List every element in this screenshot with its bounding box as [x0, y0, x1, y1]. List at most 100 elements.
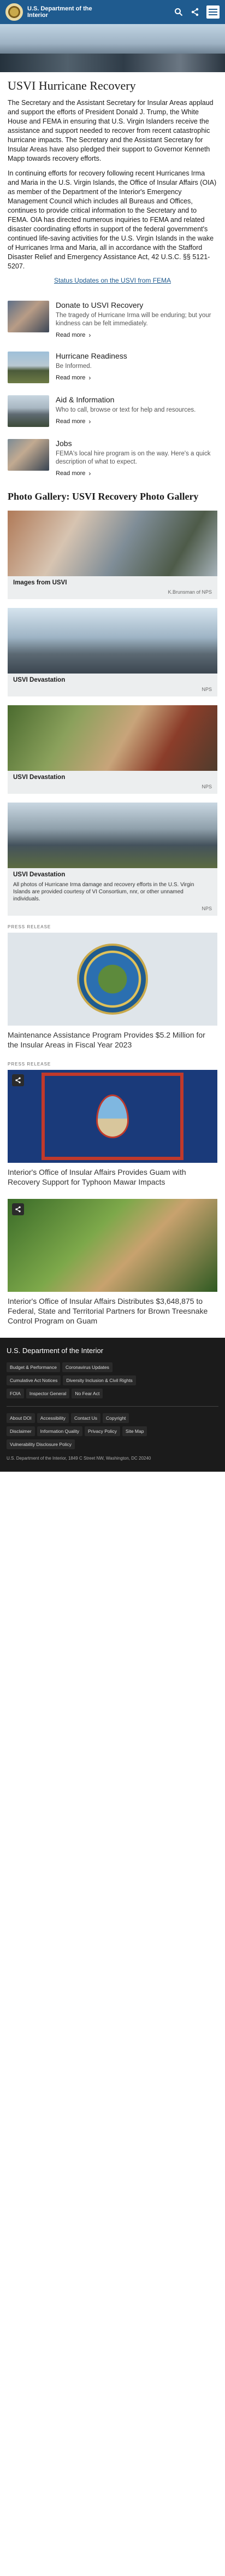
insular-affairs-seal — [77, 944, 148, 1015]
gallery-caption: Images from USVI — [13, 579, 67, 586]
press-release-item[interactable]: Press Release Maintenance Assistance Pro… — [8, 924, 217, 1050]
gallery-caption: USVI Devastation — [13, 774, 66, 781]
site-footer: U.S. Department of the Interior Budget &… — [0, 1338, 225, 1472]
card-image — [8, 301, 49, 332]
card-donate[interactable]: Donate to USVI Recovery The tragedy of H… — [8, 301, 217, 339]
photo-credit: K.Brunsman of NPS — [168, 589, 212, 595]
press-release-item[interactable]: Interior's Office of Insular Affairs Dis… — [8, 1199, 217, 1326]
card-title[interactable]: Donate to USVI Recovery — [56, 301, 217, 310]
read-more-link[interactable]: Read more › — [56, 470, 91, 477]
read-more-label: Read more — [56, 418, 86, 425]
footer-link[interactable]: No Fear Act — [72, 1389, 103, 1398]
footer-link-row: Cumulative Act Notices Diversity Inclusi… — [7, 1375, 218, 1385]
footer-link[interactable]: Diversity Inclusion & Civil Rights — [63, 1375, 136, 1385]
footer-link-row: Budget & Performance Coronavirus Updates — [7, 1362, 218, 1372]
card-jobs[interactable]: Jobs FEMA's local hire program is on the… — [8, 439, 217, 478]
gallery-photo[interactable] — [8, 705, 217, 771]
footer-link-row: About DOI Accessibility Contact Us Copyr… — [7, 1413, 218, 1423]
header-actions — [174, 5, 220, 19]
gallery-item[interactable]: USVI Devastation All photos of Hurricane… — [8, 803, 217, 916]
footer-link[interactable]: Coronavirus Updates — [62, 1362, 112, 1372]
gallery-photo[interactable] — [8, 511, 217, 576]
footer-link[interactable]: Contact Us — [70, 1413, 101, 1423]
gallery-photo[interactable] — [8, 608, 217, 674]
read-more-link[interactable]: Read more › — [56, 374, 91, 382]
page-title: USVI Hurricane Recovery — [8, 79, 136, 92]
gallery-caption: USVI Devastation — [13, 871, 66, 878]
footer-link[interactable]: Copyright — [103, 1413, 129, 1423]
search-icon[interactable] — [174, 7, 183, 17]
guam-emblem — [96, 1094, 129, 1138]
footer-link[interactable]: Vulnerability Disclosure Policy — [7, 1439, 75, 1449]
press-release-image[interactable] — [8, 1199, 217, 1292]
gallery-description: All photos of Hurricane Irma damage and … — [13, 882, 194, 902]
footer-bottom: About DOI Accessibility Contact Us Copyr… — [7, 1406, 218, 1461]
brand-line-1: U.S. Department of the — [27, 5, 92, 12]
card-image — [8, 395, 49, 427]
share-icon[interactable] — [12, 1074, 24, 1086]
fema-status-link[interactable]: Status Updates on the USVI from FEMA — [8, 277, 217, 284]
card-title[interactable]: Aid & Information — [56, 395, 196, 405]
press-releases: Press Release Maintenance Assistance Pro… — [0, 924, 225, 1326]
card-title[interactable]: Hurricane Readiness — [56, 352, 127, 361]
read-more-link[interactable]: Read more › — [56, 331, 91, 339]
gallery-caption: USVI Devastation — [13, 677, 66, 683]
footer-link[interactable]: About DOI — [7, 1413, 35, 1423]
doi-seal-logo[interactable] — [5, 3, 23, 21]
footer-link[interactable]: Information Quality — [37, 1426, 83, 1436]
footer-link-row: FOIA Inspector General No Fear Act — [7, 1389, 218, 1398]
share-icon[interactable] — [12, 1203, 24, 1215]
gallery-item[interactable]: USVI Devastation NPS — [8, 608, 217, 696]
gallery-photo[interactable] — [8, 803, 217, 868]
press-release-item[interactable]: Press Release Interior's Office of Insul… — [8, 1062, 217, 1187]
card-image — [8, 352, 49, 383]
share-icon[interactable] — [190, 7, 200, 17]
site-header: U.S. Department of the Interior — [0, 0, 225, 24]
site-brand[interactable]: U.S. Department of the Interior — [27, 5, 109, 19]
footer-link[interactable]: Cumulative Act Notices — [7, 1375, 61, 1385]
read-more-label: Read more — [56, 374, 86, 381]
guam-flag-image — [42, 1073, 183, 1160]
press-release-title[interactable]: Maintenance Assistance Program Provides … — [8, 1030, 217, 1050]
gallery-item[interactable]: USVI Devastation NPS — [8, 705, 217, 794]
card-description: Be Informed. — [56, 363, 92, 370]
chevron-right-icon: › — [88, 418, 91, 425]
footer-address: U.S. Department of the Interior, 1849 C … — [7, 1456, 151, 1461]
press-release-title[interactable]: Interior's Office of Insular Affairs Dis… — [8, 1296, 217, 1326]
chevron-right-icon: › — [88, 331, 91, 339]
hamburger-menu-icon[interactable] — [206, 5, 220, 19]
hero-banner-image — [0, 24, 225, 72]
chevron-right-icon: › — [88, 470, 91, 477]
card-hurricane-readiness[interactable]: Hurricane Readiness Be Informed. Read mo… — [8, 352, 217, 383]
footer-link-row: Disclaimer Information Quality Privacy P… — [7, 1426, 218, 1436]
footer-link[interactable]: FOIA — [7, 1389, 24, 1398]
footer-link[interactable]: Budget & Performance — [7, 1362, 60, 1372]
footer-link[interactable]: Site Map — [122, 1426, 147, 1436]
footer-link-row: Vulnerability Disclosure Policy — [7, 1439, 218, 1449]
card-description: The tragedy of Hurricane Irma will be en… — [56, 312, 211, 327]
card-description: FEMA's local hire program is on the way.… — [56, 450, 211, 465]
press-release-title[interactable]: Interior's Office of Insular Affairs Pro… — [8, 1167, 217, 1187]
article-paragraph: In continuing efforts for recovery follo… — [8, 169, 217, 270]
footer-link[interactable]: Disclaimer — [7, 1426, 35, 1436]
press-release-image[interactable] — [8, 933, 217, 1026]
press-release-image[interactable] — [8, 1070, 217, 1163]
card-title[interactable]: Jobs — [56, 439, 217, 448]
card-description: Who to call, browse or text for help and… — [56, 407, 196, 413]
resource-cards: Donate to USVI Recovery The tragedy of H… — [0, 301, 225, 478]
photo-credit: NPS — [202, 906, 212, 911]
press-release-label: Press Release — [8, 924, 51, 929]
footer-title[interactable]: U.S. Department of the Interior — [7, 1346, 218, 1355]
footer-link[interactable]: Inspector General — [26, 1389, 70, 1398]
gallery-item[interactable]: Images from USVI K.Brunsman of NPS — [8, 511, 217, 599]
read-more-label: Read more — [56, 332, 86, 338]
gallery-title: Photo Gallery: USVI Recovery Photo Galle… — [8, 491, 199, 502]
read-more-label: Read more — [56, 470, 86, 477]
read-more-link[interactable]: Read more › — [56, 418, 91, 425]
photo-credit: NPS — [202, 784, 212, 789]
footer-link[interactable]: Accessibility — [37, 1413, 69, 1423]
card-aid-information[interactable]: Aid & Information Who to call, browse or… — [8, 395, 217, 427]
photo-credit: NPS — [202, 687, 212, 692]
main-content: USVI Hurricane Recovery The Secretary an… — [0, 79, 225, 284]
footer-link[interactable]: Privacy Policy — [85, 1426, 120, 1436]
